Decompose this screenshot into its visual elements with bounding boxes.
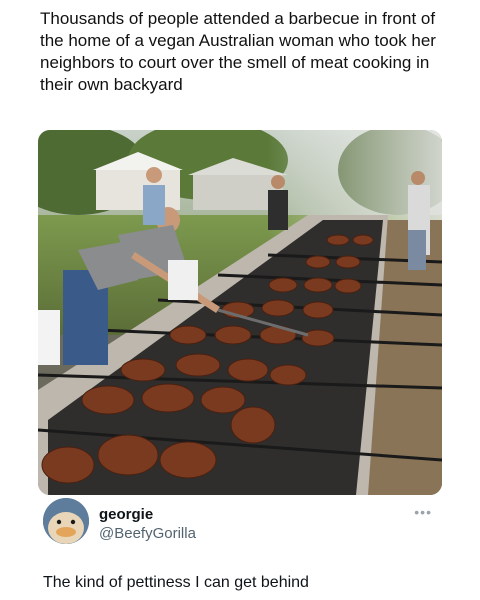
duck-avatar-icon: [43, 498, 89, 544]
tweet-author: georgie @BeefyGorilla •••: [40, 498, 440, 548]
display-name[interactable]: georgie: [99, 506, 153, 523]
user-handle[interactable]: @BeefyGorilla: [99, 525, 196, 542]
more-options-icon[interactable]: •••: [414, 504, 432, 520]
duck-avatar[interactable]: [43, 498, 89, 544]
tweet-text: The kind of pettiness I can get behind: [43, 574, 309, 591]
bbq-photo-image: [38, 130, 442, 495]
bbq-photo[interactable]: [38, 130, 442, 495]
post-headline: Thousands of people attended a barbecue …: [40, 9, 436, 94]
